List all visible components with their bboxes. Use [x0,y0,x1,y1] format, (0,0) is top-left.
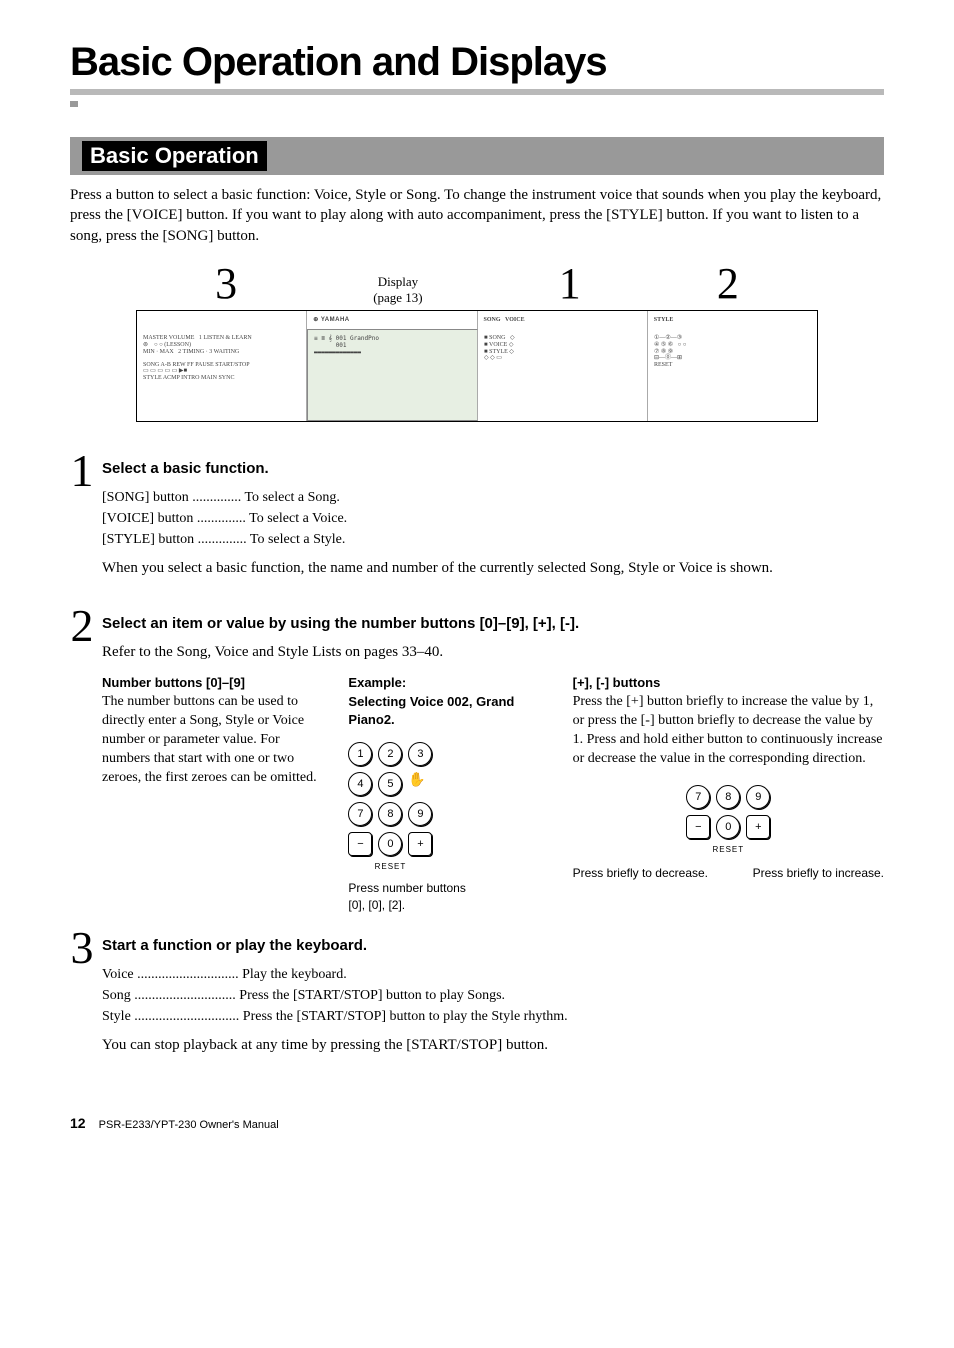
step-title: Start a function or play the keyboard. [102,937,884,954]
numpad-1[interactable]: 1 [348,742,372,766]
reset-label: RESET [348,862,432,873]
intro-paragraph: Press a button to select a basic functio… [70,185,884,246]
panel-top-left [137,311,307,330]
step-ref: Refer to the Song, Voice and Style Lists… [102,642,884,662]
title-rule [70,89,884,95]
numpad-plus[interactable]: + [408,832,432,856]
example-caption: Press number buttons [0], [0], [2]. [348,880,548,912]
function-mapping: Voice ............................. Play… [102,964,884,985]
reset-label: RESET [686,845,770,856]
panel-diagram: 3 Display (page 13) 1 2 ⊕ YAMAHA SONG VO… [70,262,884,423]
numpad-minus[interactable]: − [348,832,372,856]
example-head: Example: [348,674,548,692]
numpad-5[interactable]: 5 [378,772,402,796]
numpad-0[interactable]: 0 [716,815,740,839]
numpad-3[interactable]: 3 [408,742,432,766]
panel-category-style: STYLE [648,311,817,330]
panel-selector-buttons: ■ SONG ◇■ VOICE ◇■ STYLE ◇◇ ◇ ▭ [478,329,648,421]
col-text: The number buttons can be used to direct… [102,694,317,785]
page-title: Basic Operation and Displays [70,40,884,85]
display-page-ref: (page 13) [373,290,422,305]
step-1: 1 Select a basic function. [SONG] button… [70,450,884,590]
brand-text: YAMAHA [321,317,350,323]
step-2: 2 Select an item or value by using the n… [70,605,884,913]
numpad-0[interactable]: 0 [378,832,402,856]
callout-3: 3 [215,262,237,306]
display-label: Display (page 13) [373,274,422,306]
step-title: Select an item or value by using the num… [102,615,884,632]
numpad-8[interactable]: 8 [716,785,740,809]
numpad-7[interactable]: 7 [348,802,372,826]
callout-1: 1 [559,262,581,306]
display-label-text: Display [378,274,418,289]
step-note: You can stop playback at any time by pre… [102,1035,884,1055]
increase-note: Press briefly to increase. [753,865,884,881]
numpad-minus[interactable]: − [686,815,710,839]
step-title: Select a basic function. [102,460,884,477]
footer-model: PSR-E233/YPT-230 Owner's Manual [99,1119,279,1131]
step-number: 1 [70,450,94,491]
button-mapping: [SONG] button .............. To select a… [102,487,884,508]
page-footer: 12 PSR-E233/YPT-230 Owner's Manual [70,1115,884,1131]
col-example: Example: Selecting Voice 002, Grand Pian… [348,674,548,913]
decrease-note: Press briefly to decrease. [573,865,708,881]
step-note: When you select a basic function, the na… [102,558,884,578]
page-number: 12 [70,1115,86,1131]
panel-category-labels: SONG VOICE [478,311,648,330]
step-number: 3 [70,927,94,968]
function-mapping: Song ............................. Press… [102,985,884,1006]
title-tab [70,101,78,107]
numpad-4[interactable]: 4 [348,772,372,796]
numpad-8[interactable]: 8 [378,802,402,826]
col-head: Number buttons [0]–[9] [102,674,324,692]
numpad-2[interactable]: 2 [378,742,402,766]
numpad-example: 1 2 3 4 5 ✋ 7 8 9 [348,742,432,873]
brand-logo: ⊕ YAMAHA [307,311,477,330]
numpad-9[interactable]: 9 [408,802,432,826]
callout-2: 2 [717,262,739,306]
col-plus-minus: [+], [-] buttons Press the [+] button br… [573,674,884,913]
function-mapping: Style .............................. Pre… [102,1006,884,1027]
panel-lcd: ≡ ≣ 𝄞 001 GrandPno 001 ▬▬▬▬▬▬▬▬▬▬▬▬▬ [307,329,478,421]
numpad-plus[interactable]: + [746,815,770,839]
button-mapping: [VOICE] button .............. To select … [102,508,884,529]
col-head: [+], [-] buttons [573,674,884,692]
button-mapping: [STYLE] button .............. To select … [102,529,884,550]
hand-icon: ✋ [408,772,430,794]
panel-volume-lesson: MASTER VOLUME 1 LISTEN & LEARN⊚ ○ ○ (LES… [137,329,307,421]
numpad-incdec: 7 8 9 − 0 + RESET [686,785,770,856]
section-bar: Basic Operation [70,137,884,175]
step-3: 3 Start a function or play the keyboard.… [70,927,884,1067]
section-title: Basic Operation [82,141,267,171]
numpad-9[interactable]: 9 [746,785,770,809]
panel-numpad: ①—②—③④ ⑤ ⑥ ○ ○⑦ ⑧ ⑨⊟—⓪—⊞RESET [648,329,817,421]
col-number-buttons: Number buttons [0]–[9] The number button… [102,674,324,913]
example-sub: Selecting Voice 002, Grand Piano2. [348,693,548,728]
col-text: Press the [+] button briefly to increase… [573,694,883,766]
numpad-7[interactable]: 7 [686,785,710,809]
step-number: 2 [70,605,94,646]
